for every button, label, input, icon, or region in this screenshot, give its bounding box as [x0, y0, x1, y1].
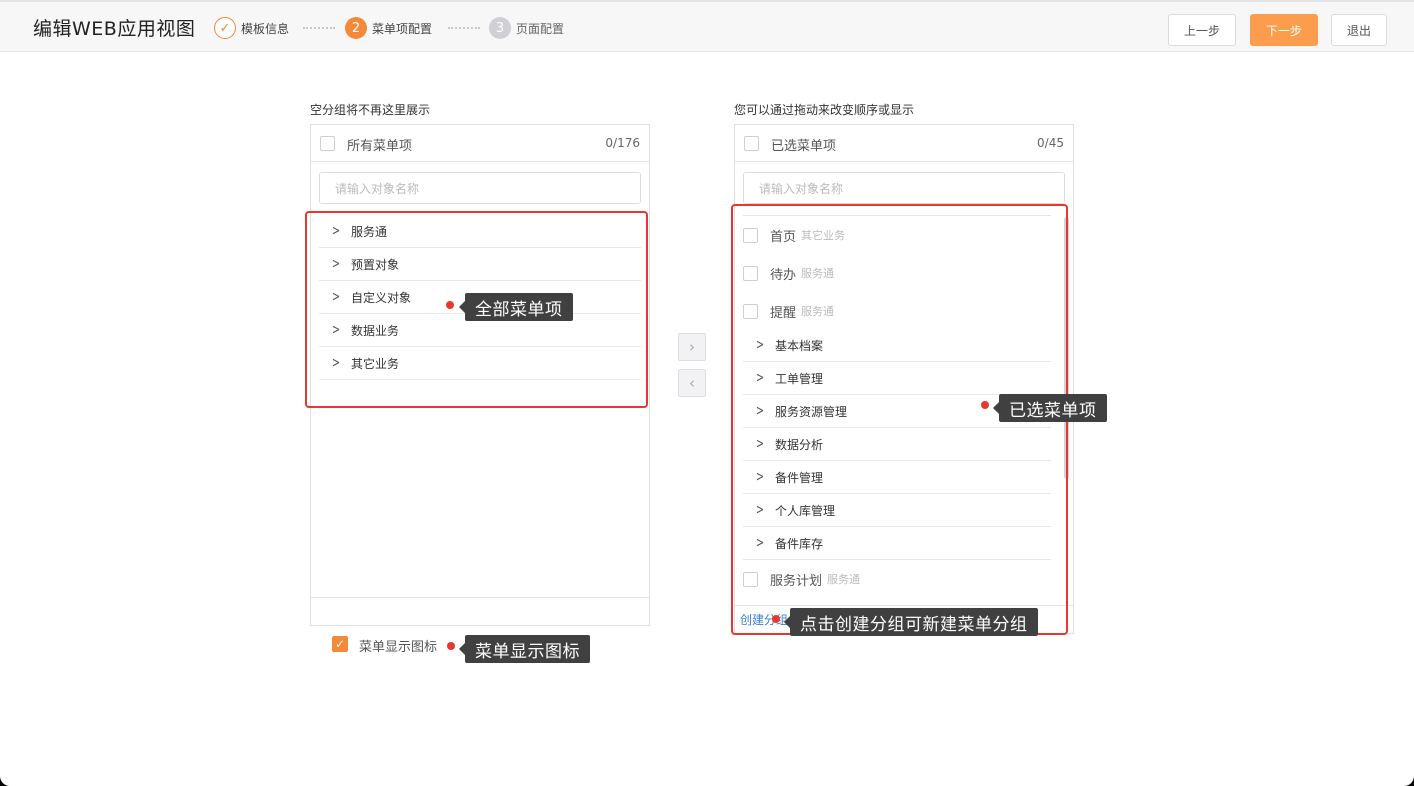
annotation-dot: [447, 642, 455, 650]
exit-button[interactable]: 退出: [1331, 14, 1387, 46]
panel-header: 所有菜单项 0/176: [311, 125, 649, 162]
step-template-info: ✓ 模板信息: [214, 16, 289, 40]
panel-header-label: 所有菜单项: [347, 139, 413, 154]
step-label: 模板信息: [241, 21, 290, 36]
move-right-button[interactable]: ›: [678, 333, 706, 361]
panel-header-label: 已选菜单项: [771, 139, 837, 154]
select-all-checkbox[interactable]: [744, 136, 759, 151]
annotation-show-icon: 菜单显示图标: [459, 635, 590, 663]
annotation-dot: [981, 401, 989, 409]
panel-header: 已选菜单项 0/45: [735, 125, 1073, 162]
panel-footer-divider: [311, 597, 649, 598]
step-number: 3: [489, 17, 511, 39]
annotation-dot: [772, 615, 780, 623]
show-menu-icon-checkbox[interactable]: ✓: [332, 636, 348, 652]
header-bar: 编辑WEB应用视图 ✓ 模板信息 2 菜单项配置 3 页面配置 上一步 下一步 …: [0, 0, 1414, 52]
check-icon: ✓: [214, 17, 236, 39]
annotation-all-items: 全部菜单项: [459, 293, 573, 321]
step-number: 2: [345, 17, 367, 39]
right-panel-caption: 您可以通过拖动来改变顺序或显示: [734, 103, 915, 117]
page-title: 编辑WEB应用视图: [33, 18, 196, 40]
annotation-create-group: 点击创建分组可新建菜单分组: [784, 608, 1038, 636]
search-input[interactable]: 请输入对象名称: [319, 172, 641, 204]
chevron-right-icon: ›: [689, 338, 695, 356]
show-menu-icon-label: 菜单显示图标: [359, 640, 438, 655]
search-input[interactable]: 请输入对象名称: [743, 172, 1065, 204]
step-page-config: 3 页面配置: [489, 16, 564, 40]
item-count: 0/176: [605, 136, 640, 150]
left-panel-caption: 空分组将不再这里展示: [310, 103, 431, 117]
item-count: 0/45: [1037, 136, 1064, 150]
step-divider: [448, 27, 480, 29]
move-left-button[interactable]: ‹: [678, 369, 706, 397]
step-label: 页面配置: [516, 21, 565, 36]
annotation-dot: [446, 301, 454, 309]
prev-step-button[interactable]: 上一步: [1168, 14, 1236, 46]
next-step-button[interactable]: 下一步: [1250, 14, 1318, 46]
select-all-checkbox[interactable]: [320, 136, 335, 151]
annotation-selected-items: 已选菜单项: [993, 394, 1107, 422]
step-divider: [303, 27, 335, 29]
chevron-left-icon: ‹: [689, 374, 695, 392]
app-page: 编辑WEB应用视图 ✓ 模板信息 2 菜单项配置 3 页面配置 上一步 下一步 …: [0, 0, 1414, 786]
step-menu-config: 2 菜单项配置: [345, 16, 432, 40]
step-label: 菜单项配置: [372, 21, 433, 36]
